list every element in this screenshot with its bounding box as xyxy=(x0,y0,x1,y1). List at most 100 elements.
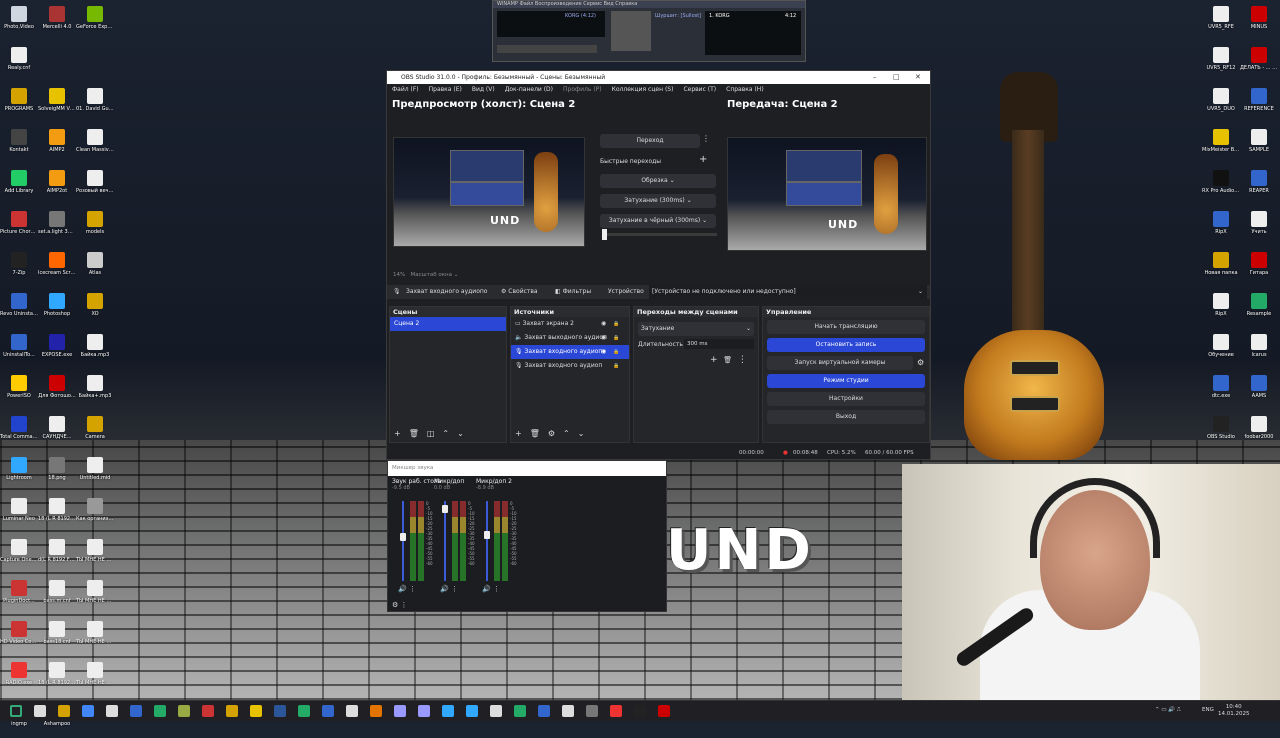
add-icon[interactable]: + xyxy=(710,355,718,365)
eye-icon[interactable]: ◉ xyxy=(601,317,606,331)
desktop-icon[interactable]: RX Pro Audio Editor xyxy=(1202,168,1240,205)
transition-button[interactable]: Переход xyxy=(600,134,700,148)
lock-icon[interactable]: 🔒 xyxy=(613,331,619,345)
desktop-icon[interactable]: UninstallTo... xyxy=(0,332,38,369)
desktop-icon[interactable]: OBS Studio xyxy=(1202,414,1240,451)
taskbar-app-icon[interactable] xyxy=(130,705,142,717)
desktop-icon[interactable]: foobar2000 xyxy=(1240,414,1278,451)
desktop-icon[interactable]: Resample xyxy=(1240,291,1278,328)
more-icon[interactable]: ⋮ xyxy=(451,585,458,593)
desktop-icon[interactable]: PluginDoct... xyxy=(0,578,38,615)
lock-icon[interactable]: 🔒 xyxy=(613,317,619,331)
preview-canvas[interactable]: UND xyxy=(393,137,585,247)
lock-icon[interactable]: 🔒 xyxy=(613,359,619,373)
quick-transition-fade-black[interactable]: Затухание в чёрный (300ms) ⌄ xyxy=(600,214,716,228)
desktop-icon[interactable]: САУНДЧЕ... xyxy=(38,414,76,451)
taskbar-app-icon[interactable] xyxy=(418,705,430,717)
desktop-icon[interactable]: Luminar Neo xyxy=(0,496,38,533)
menu-item[interactable]: Вид (V) xyxy=(472,84,495,95)
desktop-icon[interactable]: ТЫ МНЕ НЕ МАМА+... xyxy=(76,619,114,656)
obs-window[interactable]: OBS Studio 31.0.0 - Профиль: Безымянный … xyxy=(386,70,931,460)
taskbar-app-icon[interactable] xyxy=(250,705,262,717)
taskbar-app-icon[interactable] xyxy=(442,705,454,717)
chevron-down-icon[interactable]: ⌄ xyxy=(578,429,585,438)
taskbar-app-icon[interactable] xyxy=(322,705,334,717)
taskbar-app-icon[interactable] xyxy=(58,705,70,717)
desktop-icon[interactable]: Kontakt xyxy=(0,127,38,164)
taskbar-app-icon[interactable] xyxy=(82,705,94,717)
add-icon[interactable]: + xyxy=(515,429,522,438)
clock[interactable]: 10:40 14.01.2025 xyxy=(1218,704,1250,718)
desktop-icon[interactable]: Учить xyxy=(1240,209,1278,246)
desktop-icon[interactable]: Picture Chord Ency... xyxy=(0,209,38,246)
desktop-icon[interactable]: models xyxy=(76,209,114,246)
properties-button[interactable]: ⚙ Свойства xyxy=(501,285,538,299)
lock-icon[interactable]: 🔒 xyxy=(613,345,619,359)
desktop-icon[interactable]: REAPER xyxy=(1240,168,1278,205)
taskbar-app-icon[interactable] xyxy=(634,705,646,717)
settings-button[interactable]: Настройки xyxy=(767,392,925,406)
speaker-icon[interactable]: 🔊 xyxy=(482,585,493,593)
desktop-icon[interactable]: Untitled.mid xyxy=(76,455,114,492)
taskbar-app-icon[interactable] xyxy=(154,705,166,717)
taskbar-app-icon[interactable] xyxy=(658,705,670,717)
menu-item[interactable]: Правка (E) xyxy=(429,84,462,95)
transition-menu-icon[interactable]: ⋮ xyxy=(702,134,710,143)
desktop-icon[interactable]: Новая папка xyxy=(1202,250,1240,287)
desktop-icon[interactable]: ТЫ МНЕ НЕ МАМА.mp3 xyxy=(76,660,114,697)
eye-icon[interactable]: ◉ xyxy=(601,331,606,345)
menu-item[interactable]: Коллекция сцен (S) xyxy=(612,84,674,95)
taskbar-app-icon[interactable] xyxy=(106,705,118,717)
winamp-player[interactable]: WINAMP Файл Воспроизведение Сервис Вид С… xyxy=(492,0,806,62)
desktop-icon[interactable]: HD Video Conv.Fact... xyxy=(0,619,38,656)
start-streaming-button[interactable]: Начать трансляцию xyxy=(767,320,925,334)
desktop-icon[interactable]: SAMPLE xyxy=(1240,127,1278,164)
tray-icons[interactable]: ⌃ ▭ 🔊 ⎍ xyxy=(1155,707,1181,714)
taskbar-app-icon[interactable] xyxy=(34,705,46,717)
quick-transition-fade[interactable]: Затухание (300ms) ⌄ xyxy=(600,194,716,208)
desktop-icon[interactable]: ТЫ МНЕ НЕ МАМА.mp3 xyxy=(76,537,114,574)
gear-icon[interactable]: ⚙ xyxy=(548,429,555,438)
taskbar-app-icon[interactable] xyxy=(586,705,598,717)
desktop-icon[interactable]: XO xyxy=(76,291,114,328)
chevron-up-icon[interactable]: ⌃ xyxy=(563,429,570,438)
winamp-transport-buttons[interactable] xyxy=(497,45,597,53)
winamp-menu[interactable]: WINAMP Файл Воспроизведение Сервис Вид С… xyxy=(493,1,805,8)
trash-icon[interactable]: 🗑 xyxy=(723,356,732,364)
desktop-icon[interactable]: AIMP2 xyxy=(38,127,76,164)
desktop-icon[interactable]: 18 (L R 8192 FF Avg-00... xyxy=(38,496,76,533)
desktop-icon[interactable]: 18 (L R 8192 FF Avg-00... xyxy=(38,660,76,697)
fader-knob[interactable] xyxy=(400,533,406,542)
more-icon[interactable]: ⋮ xyxy=(401,601,408,609)
taskbar-app-icon[interactable] xyxy=(610,705,622,717)
desktop-icon[interactable]: dtc.exe xyxy=(1202,373,1240,410)
quick-transition-cut[interactable]: Обрезка ⌄ xyxy=(600,174,716,188)
source-item[interactable]: 🎙 Захват входного аудиоп 🔒 xyxy=(511,359,629,373)
desktop-icon[interactable]: Camera xyxy=(76,414,114,451)
transition-type-select[interactable]: Затухание ⌄ xyxy=(638,322,754,336)
eye-icon[interactable]: ◉ xyxy=(601,345,606,359)
desktop-icon[interactable]: REFERENCE xyxy=(1240,86,1278,123)
taskbar-app-icon[interactable] xyxy=(466,705,478,717)
taskbar-app-icon[interactable] xyxy=(370,705,382,717)
source-item[interactable]: 🔈 Захват выходного аудиоп ◉ 🔒 xyxy=(511,331,629,345)
desktop-icon[interactable]: Revo Uninstall... xyxy=(0,291,38,328)
desktop-icon[interactable]: 01. David Guetta, Li... xyxy=(76,86,114,123)
desktop-icon[interactable]: UVR5_DUO xyxy=(1202,86,1240,123)
taskbar-app-icon[interactable] xyxy=(178,705,190,717)
desktop-icon[interactable]: Photoshop xyxy=(38,291,76,328)
start-icon[interactable] xyxy=(10,705,22,717)
chevron-down-icon[interactable]: ⌄ xyxy=(457,429,464,438)
taskbar-app-icon[interactable] xyxy=(514,705,526,717)
gear-icon[interactable]: ⚙ xyxy=(392,601,398,609)
more-icon[interactable]: ⋮ xyxy=(409,585,416,593)
menu-item[interactable]: Профиль (P) xyxy=(563,84,602,95)
volume-fader[interactable] xyxy=(444,501,446,581)
desktop-icon[interactable]: Гитара xyxy=(1240,250,1278,287)
desktop-icon[interactable]: EXPOSE.exe xyxy=(38,332,76,369)
menu-item[interactable]: Док-панели (D) xyxy=(505,84,553,95)
device-select[interactable]: [Устройство не подключено или недоступно… xyxy=(649,285,927,299)
taskbar-app-icon[interactable] xyxy=(394,705,406,717)
more-icon[interactable]: ⋮ xyxy=(493,585,500,593)
chevron-up-icon[interactable]: ⌃ xyxy=(442,429,449,438)
